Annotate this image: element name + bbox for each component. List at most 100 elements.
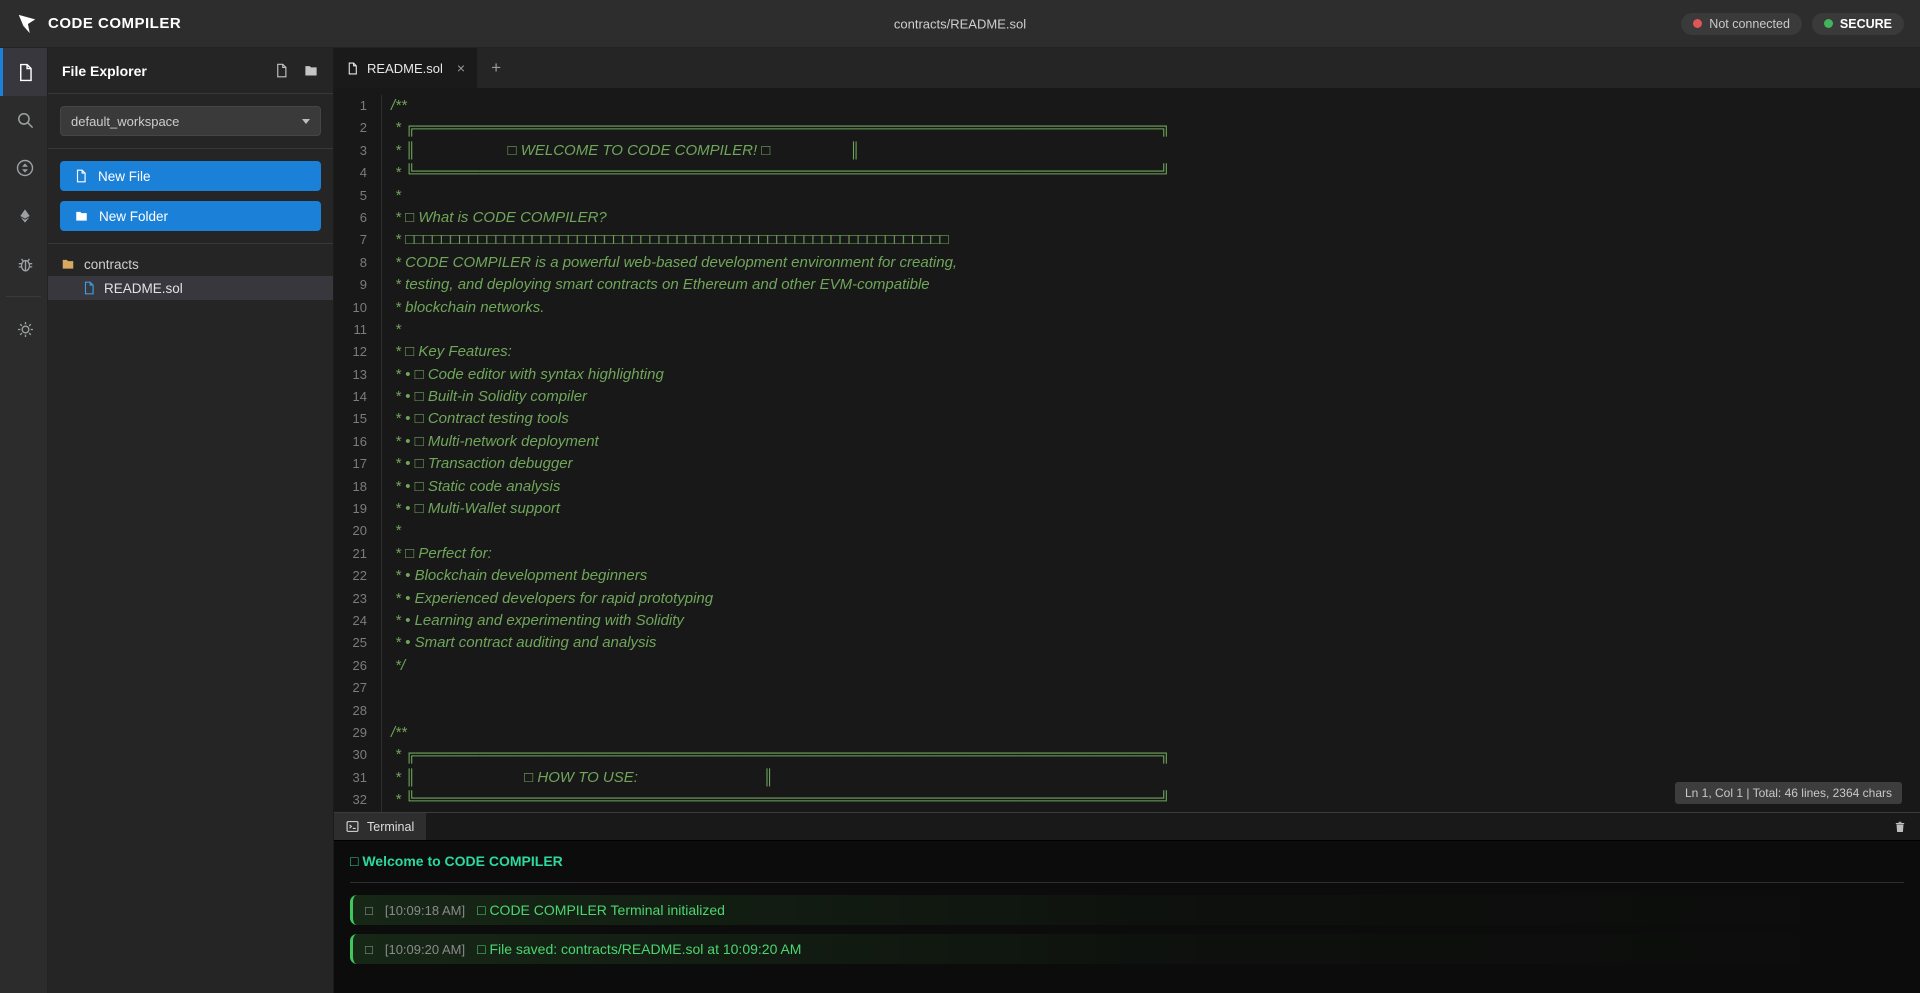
code-line: 19 * • □ Multi-Wallet support	[334, 498, 1920, 520]
rail-files-button[interactable]	[0, 48, 47, 96]
line-text: * • Smart contract auditing and analysis	[382, 632, 656, 654]
line-text: * ╔═════════════════════════════════════…	[382, 744, 1170, 766]
line-number: 3	[334, 140, 382, 162]
line-number: 16	[334, 431, 382, 453]
line-text	[382, 700, 391, 722]
code-line: 14 * • □ Built-in Solidity compiler	[334, 386, 1920, 408]
line-text: * □□□□□□□□□□□□□□□□□□□□□□□□□□□□□□□□□□□□□□…	[382, 229, 949, 251]
code-line: 3 * ║ □ WELCOME TO CODE COMPILER! □ ║	[334, 140, 1920, 162]
line-text: * ╚═════════════════════════════════════…	[382, 162, 1170, 184]
code-line: 2 * ╔═══════════════════════════════════…	[334, 117, 1920, 139]
line-number: 8	[334, 252, 382, 274]
rail-divider	[6, 296, 41, 297]
line-text: *	[382, 185, 401, 207]
file-icon	[16, 63, 35, 82]
new-folder-button[interactable]: New Folder	[60, 201, 321, 231]
line-text: * • □ Multi-network deployment	[382, 431, 599, 453]
terminal-tab[interactable]: Terminal	[334, 813, 426, 840]
line-text: * ║ □ HOW TO USE: ║	[382, 767, 774, 789]
terminal-panel: Terminal □ Welcome to CODE COMPILER	[334, 812, 1920, 993]
line-text: * • Learning and experimenting with Soli…	[382, 610, 684, 632]
new-file-button-label: New File	[98, 169, 151, 184]
tab-close-icon[interactable]: ×	[457, 60, 465, 76]
rail-compile-button[interactable]	[0, 144, 47, 192]
code-line: 1 /**	[334, 95, 1920, 117]
line-number: 28	[334, 700, 382, 722]
code-line: 30 * ╔══════════════════════════════════…	[334, 744, 1920, 766]
folder-name: contracts	[84, 257, 139, 272]
line-number: 5	[334, 185, 382, 207]
file-actions-section: New File New Folder	[48, 149, 333, 244]
code-line: 8 * CODE COMPILER is a powerful web-base…	[334, 252, 1920, 274]
line-number: 31	[334, 767, 382, 789]
app-title: CODE COMPILER	[48, 15, 181, 32]
tree-folder-contracts[interactable]: contracts	[48, 252, 333, 276]
line-number: 12	[334, 341, 382, 363]
tree-file-readme[interactable]: README.sol	[48, 276, 333, 300]
terminal-divider	[350, 882, 1904, 883]
terminal-output[interactable]: □ Welcome to CODE COMPILER □ [10:09:18 A…	[334, 841, 1920, 993]
coin-arrows-icon	[15, 158, 35, 178]
new-tab-button[interactable]: +	[477, 48, 515, 88]
secure-dot-icon	[1824, 19, 1833, 28]
line-text: *	[382, 319, 401, 341]
rail-search-button[interactable]	[0, 96, 47, 144]
line-number: 20	[334, 520, 382, 542]
code-line: 9 * testing, and deploying smart contrac…	[334, 274, 1920, 296]
code-line: 26 */	[334, 655, 1920, 677]
log-message: □ File saved: contracts/README.sol at 10…	[477, 941, 801, 957]
line-text: * CODE COMPILER is a powerful web-based …	[382, 252, 957, 274]
file-explorer-title: File Explorer	[62, 63, 147, 79]
line-text	[382, 677, 391, 699]
line-text: * • Experienced developers for rapid pro…	[382, 588, 713, 610]
line-text: * • □ Transaction debugger	[382, 453, 573, 475]
code-line: 10 * blockchain networks.	[334, 297, 1920, 319]
top-bar: CODE COMPILER contracts/README.sol Not c…	[0, 0, 1920, 48]
folder-icon	[60, 257, 76, 271]
code-line: 17 * • □ Transaction debugger	[334, 453, 1920, 475]
main-area: README.sol × + 1 /** 2	[334, 48, 1920, 993]
line-text: * ╚═════════════════════════════════════…	[382, 789, 1170, 811]
line-number: 22	[334, 565, 382, 587]
brand: CODE COMPILER	[16, 13, 181, 35]
new-folder-icon[interactable]	[303, 63, 319, 78]
workspace-select[interactable]: default_workspace	[60, 106, 321, 136]
secure-label: SECURE	[1840, 17, 1892, 31]
terminal-tabstrip: Terminal	[334, 813, 1920, 841]
line-number: 32	[334, 789, 382, 811]
tab-label: README.sol	[367, 61, 443, 76]
folder-icon	[74, 209, 89, 223]
terminal-log-row: □ [10:09:20 AM] □ File saved: contracts/…	[350, 934, 1904, 964]
line-text: * • □ Code editor with syntax highlighti…	[382, 364, 664, 386]
log-message: □ CODE COMPILER Terminal initialized	[477, 902, 725, 918]
code-editor[interactable]: 1 /** 2 * ╔═════════════════════════════…	[334, 88, 1920, 812]
line-number: 30	[334, 744, 382, 766]
code-line: 16 * • □ Multi-network deployment	[334, 431, 1920, 453]
rail-settings-button[interactable]	[0, 305, 47, 353]
rail-ethereum-button[interactable]	[0, 192, 47, 240]
tab-readme[interactable]: README.sol ×	[334, 48, 477, 88]
code-line: 11 *	[334, 319, 1920, 341]
breadcrumb-path: contracts/README.sol	[894, 16, 1026, 31]
app-logo-icon	[16, 13, 38, 35]
line-number: 14	[334, 386, 382, 408]
bug-icon	[16, 255, 35, 274]
line-number: 4	[334, 162, 382, 184]
line-number: 24	[334, 610, 382, 632]
log-prefix-icon: □	[365, 903, 373, 918]
code-line: 23 * • Experienced developers for rapid …	[334, 588, 1920, 610]
code-line: 25 * • Smart contract auditing and analy…	[334, 632, 1920, 654]
new-file-button[interactable]: New File	[60, 161, 321, 191]
connection-dot-icon	[1693, 19, 1702, 28]
rail-debug-button[interactable]	[0, 240, 47, 288]
line-number: 27	[334, 677, 382, 699]
code-line: 22 * • Blockchain development beginners	[334, 565, 1920, 587]
clear-terminal-button[interactable]	[1880, 813, 1920, 840]
code-line: 18 * • □ Static code analysis	[334, 476, 1920, 498]
secure-badge: SECURE	[1812, 13, 1904, 35]
line-text: * • □ Built-in Solidity compiler	[382, 386, 587, 408]
line-text: * testing, and deploying smart contracts…	[382, 274, 930, 296]
line-number: 29	[334, 722, 382, 744]
new-file-icon[interactable]	[274, 63, 289, 78]
file-icon	[82, 281, 96, 295]
